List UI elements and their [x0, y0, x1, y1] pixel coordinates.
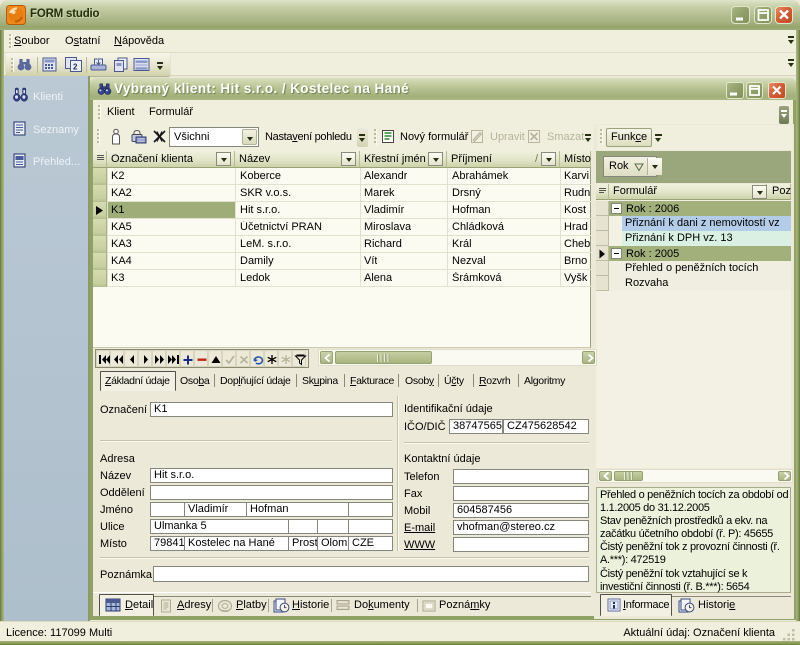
svg-text:2: 2 — [73, 63, 78, 72]
